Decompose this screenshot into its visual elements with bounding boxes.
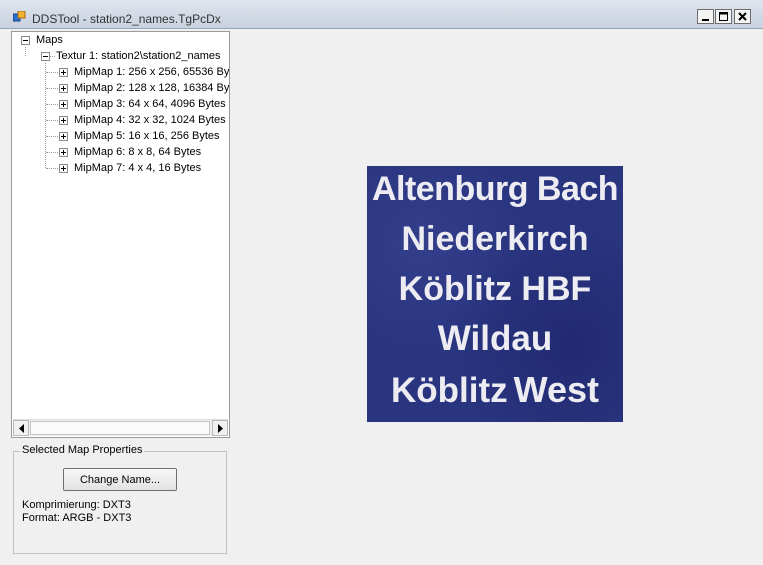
minimize-icon (702, 19, 709, 21)
station-name: Wildau (437, 319, 553, 358)
tree-connector (50, 56, 55, 58)
tree-connector (46, 120, 58, 122)
expand-icon[interactable] (59, 164, 68, 173)
tree-connector (46, 88, 58, 90)
format-label: Format: ARGB - DXT3 (22, 512, 132, 524)
window-title: DDSTool - station2_names.TgPcDx (32, 12, 221, 26)
maximize-icon (719, 12, 728, 21)
tree-node-label: Maps (36, 34, 63, 46)
minimize-button[interactable] (697, 9, 714, 24)
tree-node-mipmap[interactable]: MipMap 6: 8 x 8, 64 Bytes (12, 144, 229, 160)
horizontal-scrollbar[interactable] (13, 419, 228, 436)
tree-node-label: Textur 1: station2\station2_names (56, 50, 221, 62)
tree-node-label: MipMap 6: 8 x 8, 64 Bytes (74, 146, 202, 158)
group-title: Selected Map Properties (20, 444, 145, 456)
tree-node-label: MipMap 7: 4 x 4, 16 Bytes (74, 162, 202, 174)
tree-connector (46, 136, 58, 138)
collapse-icon[interactable] (41, 52, 50, 61)
expand-icon[interactable] (59, 68, 68, 77)
station-name: Köblitz West (367, 369, 623, 411)
tree-node-texture[interactable]: Textur 1: station2\station2_names (12, 48, 229, 64)
station-name-part: West (513, 369, 599, 410)
station-name: Niederkirch (401, 220, 589, 258)
station-name-part: Köblitz (391, 371, 508, 410)
expand-icon[interactable] (59, 132, 68, 141)
arrow-left-icon (19, 424, 24, 433)
tree-node-label: MipMap 4: 32 x 32, 1024 Bytes (74, 114, 226, 126)
tree-node-mipmap[interactable]: MipMap 4: 32 x 32, 1024 Bytes (12, 112, 229, 128)
change-name-button[interactable]: Change Name... (63, 468, 177, 491)
scroll-thumb[interactable] (30, 421, 210, 435)
expand-icon[interactable] (59, 84, 68, 93)
scroll-right-button[interactable] (212, 420, 228, 436)
tree-node-mipmap[interactable]: MipMap 1: 256 x 256, 65536 Bytes (12, 64, 229, 80)
tree-node-label: MipMap 1: 256 x 256, 65536 Bytes (74, 66, 230, 78)
tree-connector (46, 72, 58, 74)
tree-node-label: MipMap 3: 64 x 64, 4096 Bytes (74, 98, 226, 110)
tree-connector (46, 104, 58, 106)
texture-preview: Altenburg Bach Niederkirch Köblitz HBF W… (367, 166, 623, 422)
scroll-left-button[interactable] (13, 420, 29, 436)
close-button[interactable] (734, 9, 751, 24)
close-icon (738, 12, 747, 21)
tree-node-maps[interactable]: Maps (12, 32, 229, 48)
tree-connector (46, 168, 58, 170)
mipmap-tree[interactable]: Maps Textur 1: station2\station2_names M… (11, 31, 230, 438)
tree-node-mipmap[interactable]: MipMap 7: 4 x 4, 16 Bytes (12, 160, 229, 176)
expand-icon[interactable] (59, 148, 68, 157)
tree-connector (46, 152, 58, 154)
tree-node-mipmap[interactable]: MipMap 5: 16 x 16, 256 Bytes (12, 128, 229, 144)
maximize-button[interactable] (715, 9, 732, 24)
collapse-icon[interactable] (21, 36, 30, 45)
arrow-right-icon (218, 424, 223, 433)
expand-icon[interactable] (59, 100, 68, 109)
title-bar: DDSTool - station2_names.TgPcDx (0, 0, 763, 29)
tree-node-label: MipMap 2: 128 x 128, 16384 Bytes (74, 82, 230, 94)
app-icon (12, 10, 26, 22)
tree-node-mipmap[interactable]: MipMap 3: 64 x 64, 4096 Bytes (12, 96, 229, 112)
selected-map-properties: Selected Map Properties Change Name... K… (13, 444, 227, 554)
compression-label: Komprimierung: DXT3 (22, 499, 131, 511)
station-name: Köblitz HBF (398, 270, 592, 308)
tree-node-label: MipMap 5: 16 x 16, 256 Bytes (74, 130, 220, 142)
expand-icon[interactable] (59, 116, 68, 125)
tree-node-mipmap[interactable]: MipMap 2: 128 x 128, 16384 Bytes (12, 80, 229, 96)
station-name: Altenburg Bach (371, 170, 619, 208)
